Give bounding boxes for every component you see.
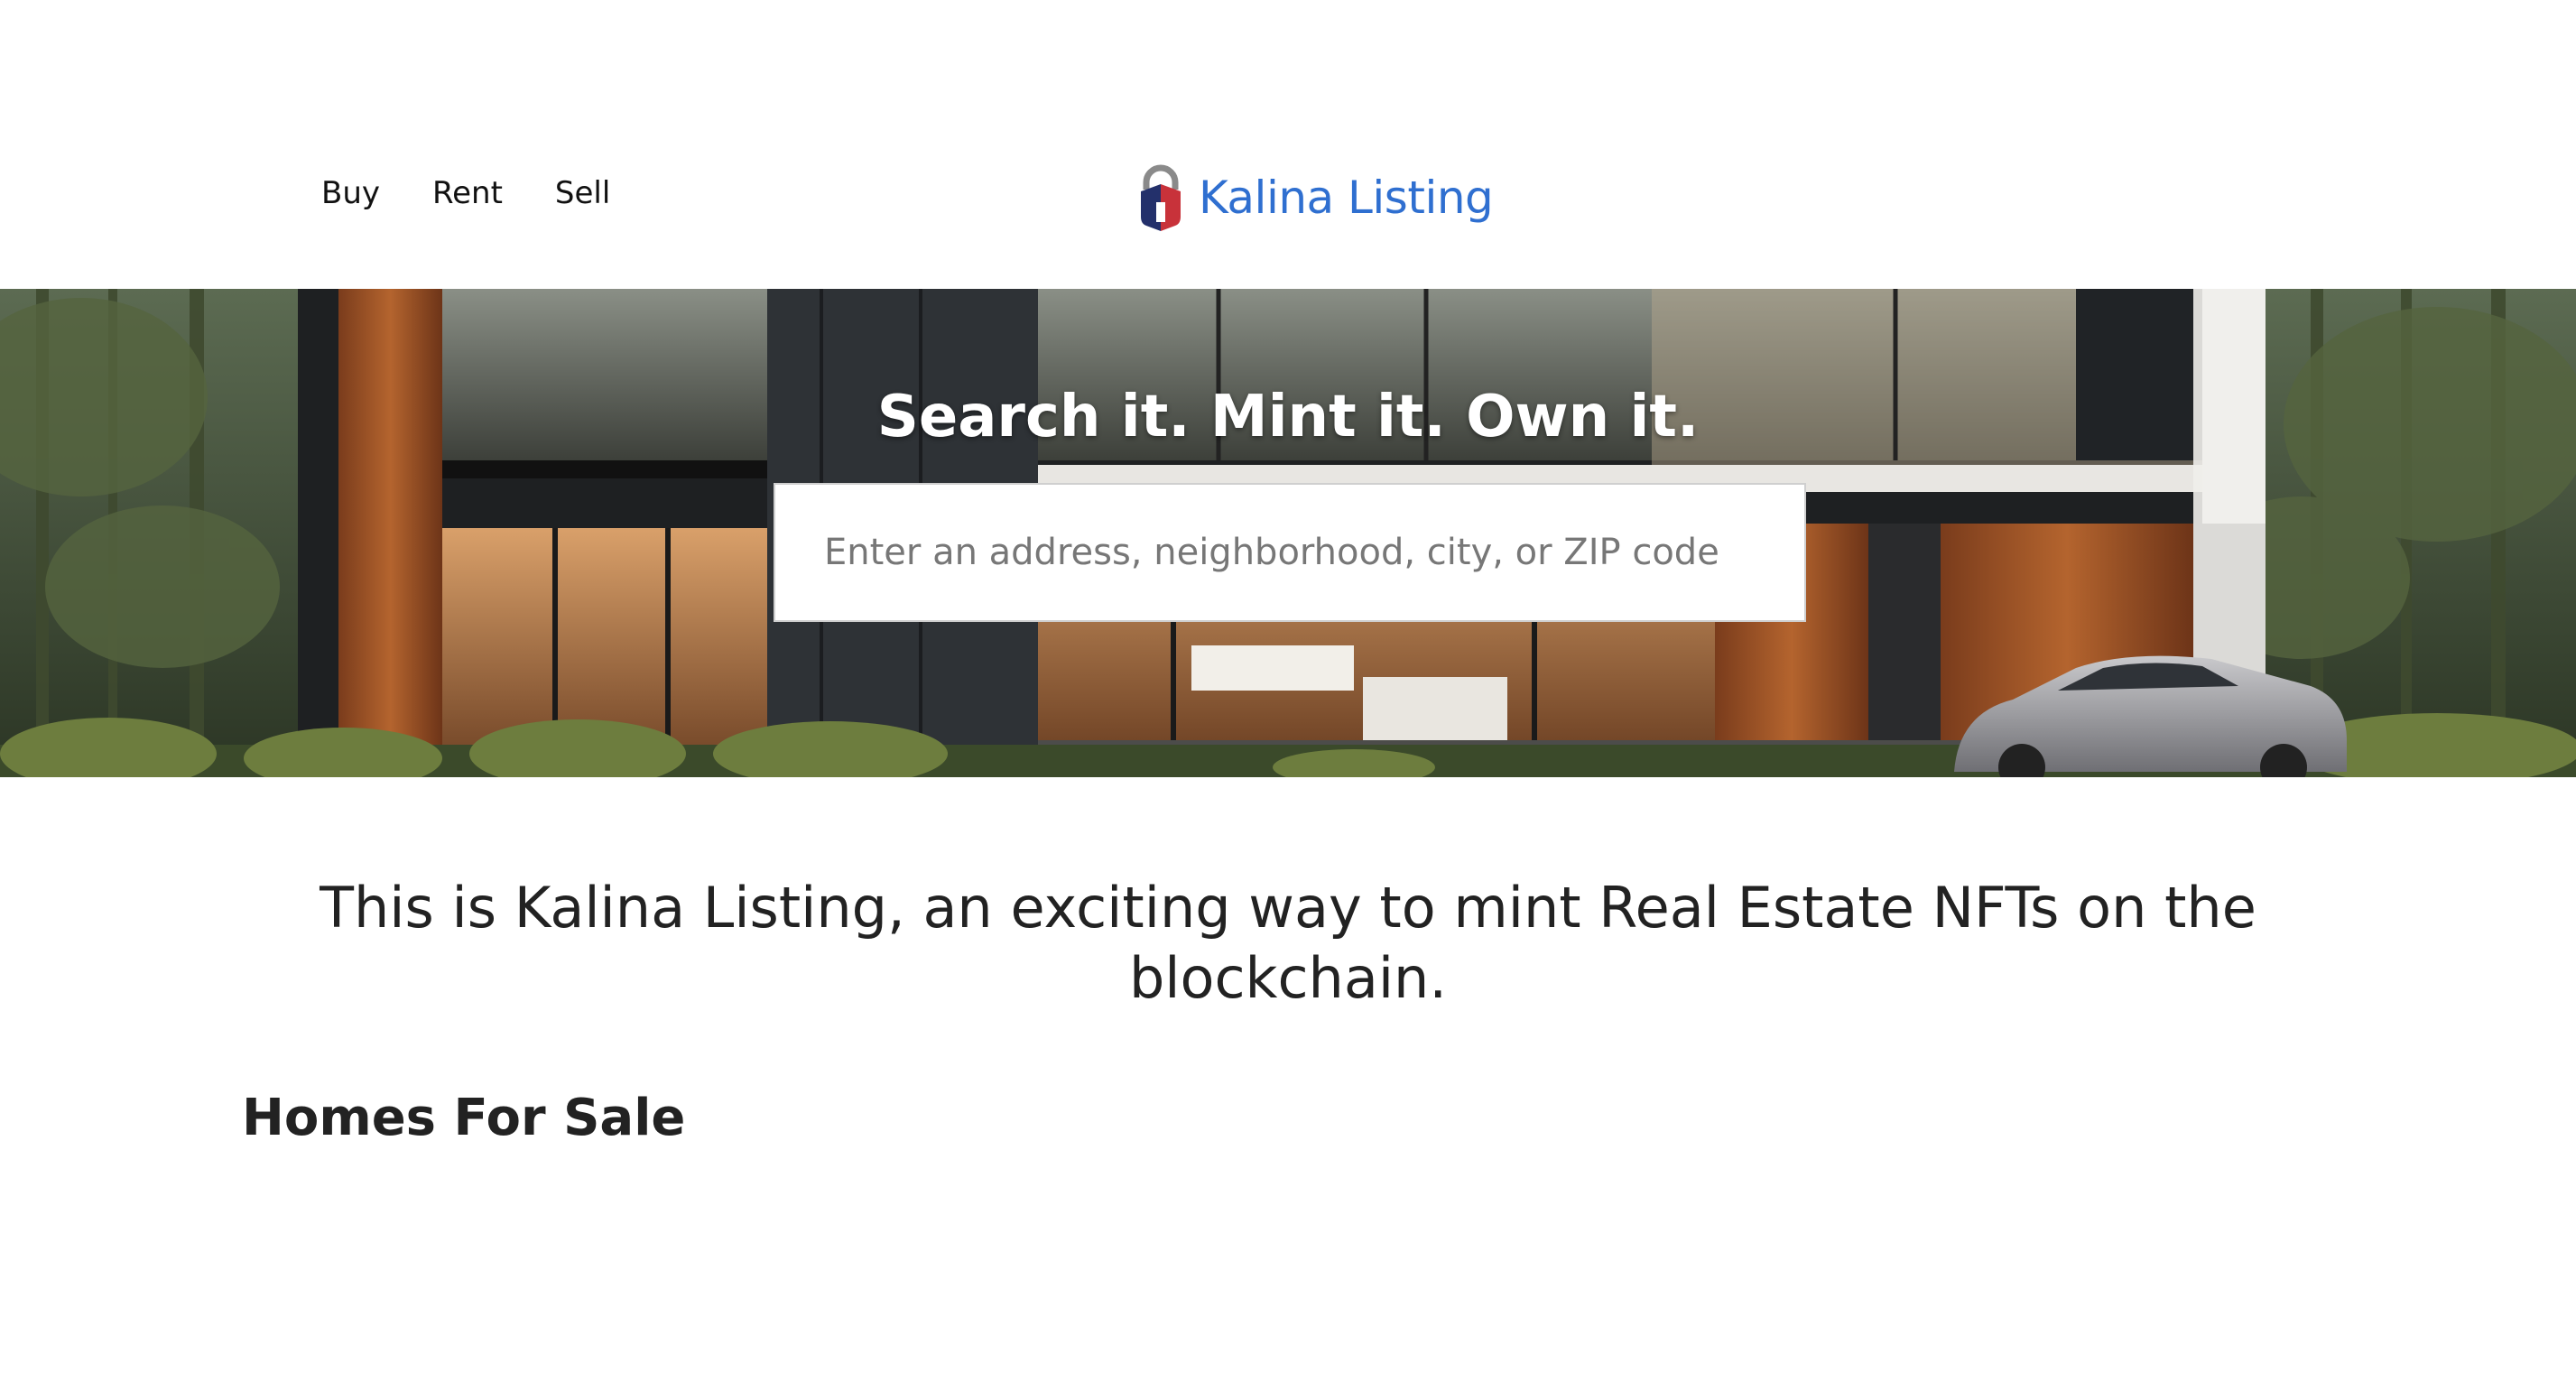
nav-sell-link[interactable]: Sell [555, 175, 610, 211]
nav-buy-link[interactable]: Buy [321, 175, 380, 211]
intro-text: This is Kalina Listing, an exciting way … [320, 875, 2256, 1011]
main-nav: Buy Rent Sell [321, 175, 610, 211]
brand-name: Kalina Listing [1199, 172, 1494, 224]
padlock-house-icon [1141, 164, 1181, 231]
site-header: Buy Rent Sell Kalina Listing [0, 0, 2576, 289]
hero-tagline: Search it. Mint it. Own it. [876, 383, 1700, 450]
nav-rent-link[interactable]: Rent [432, 175, 503, 211]
hero-banner: Search it. Mint it. Own it. [0, 289, 2576, 777]
search-box [774, 483, 1806, 622]
brand-logo-link[interactable]: Kalina Listing [1139, 162, 1494, 233]
search-input[interactable] [822, 531, 1757, 574]
homes-for-sale-heading: Homes For Sale [242, 1089, 686, 1148]
